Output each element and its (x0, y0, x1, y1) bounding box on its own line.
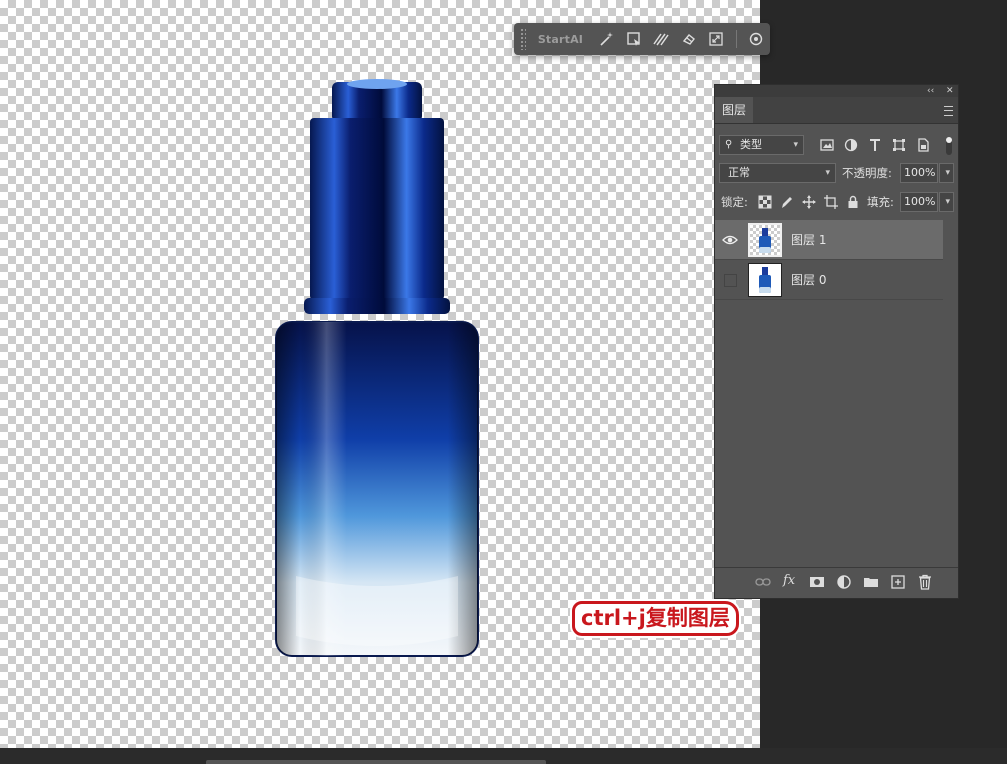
close-panel-icon[interactable]: ✕ (946, 85, 954, 97)
panel-tab-row: 图层 (715, 97, 958, 124)
fill-label: 填充: (867, 195, 894, 209)
filter-row: ⚲ 类型 ▾ (715, 134, 958, 158)
lock-artboard-icon[interactable] (824, 195, 838, 209)
fill-dropdown[interactable]: ▾ (939, 192, 954, 212)
blend-row: 正常 ▾ 不透明度: 100% ▾ (715, 162, 958, 186)
adjustment-layer-filter-icon[interactable] (844, 138, 858, 152)
layers-panel: ‹‹ ✕ 图层 ⚲ 类型 ▾ 正常 ▾ 不透明度: 100% ▾ 锁定: 填充:… (714, 84, 959, 599)
filter-kind-select[interactable]: ⚲ 类型 ▾ (719, 135, 804, 155)
chevron-down-icon: ▾ (793, 140, 798, 150)
filter-kind-label: 类型 (740, 138, 762, 151)
collapse-panel-icon[interactable]: ‹‹ (927, 85, 934, 97)
tutorial-caption: ctrl+j复制图层 (572, 601, 739, 636)
startai-brand[interactable]: StartAI (538, 33, 583, 46)
select-box-icon[interactable] (623, 28, 644, 50)
startai-toolbar: StartAI (514, 23, 770, 55)
opacity-dropdown[interactable]: ▾ (939, 163, 954, 183)
panel-menu-icon[interactable] (944, 106, 953, 116)
add-mask-icon[interactable] (809, 574, 825, 590)
blend-mode-select[interactable]: 正常 ▾ (719, 163, 836, 183)
serum-bottle-image (275, 79, 479, 657)
lock-row: 锁定: 填充: 100% ▾ (715, 191, 958, 215)
blend-mode-value: 正常 (728, 166, 750, 179)
document-tab-stub[interactable] (206, 760, 546, 764)
layer-row-0[interactable]: 图层 0 (715, 260, 943, 300)
fill-input[interactable]: 100% (900, 192, 938, 212)
adjustment-layer-icon[interactable] (836, 574, 852, 590)
lock-position-icon[interactable] (802, 195, 816, 209)
link-layers-icon[interactable] (755, 574, 771, 590)
new-layer-icon[interactable] (890, 574, 906, 590)
layers-scrollbar[interactable] (943, 220, 958, 565)
opacity-input[interactable]: 100% (900, 163, 938, 183)
drag-handle-icon[interactable] (520, 28, 526, 50)
chevron-down-icon: ▾ (945, 197, 950, 207)
layer-row-1[interactable]: 图层 1 (715, 220, 943, 260)
hatch-pattern-icon[interactable] (651, 28, 672, 50)
layer-thumbnail (748, 223, 782, 257)
lock-transparency-icon[interactable] (758, 195, 772, 209)
lock-all-icon[interactable] (846, 195, 860, 209)
pixel-layer-filter-icon[interactable] (820, 138, 834, 152)
status-bar (0, 748, 1007, 764)
visibility-toggle-empty[interactable] (724, 274, 737, 287)
panel-title-strip[interactable]: ‹‹ ✕ (715, 85, 958, 97)
smart-object-filter-icon[interactable] (916, 138, 930, 152)
settings-icon[interactable] (746, 28, 767, 50)
layer-thumbnail (748, 263, 782, 297)
layer-name[interactable]: 图层 1 (791, 231, 826, 248)
magic-wand-icon[interactable] (596, 28, 617, 50)
lock-image-pixels-icon[interactable] (780, 195, 794, 209)
shape-layer-filter-icon[interactable] (892, 138, 906, 152)
eraser-icon[interactable] (678, 28, 699, 50)
chevron-down-icon: ▾ (945, 168, 950, 178)
eye-icon[interactable] (722, 233, 738, 247)
filter-toggle-switch[interactable] (946, 137, 952, 155)
tab-layers[interactable]: 图层 (715, 97, 753, 123)
toolbar-separator (735, 30, 737, 48)
fx-icon[interactable]: fx (783, 573, 795, 588)
expand-icon[interactable] (705, 28, 726, 50)
delete-layer-icon[interactable] (917, 574, 933, 590)
layers-panel-footer: fx (715, 567, 958, 598)
lock-label: 锁定: (721, 195, 748, 209)
type-layer-filter-icon[interactable] (868, 138, 882, 152)
opacity-label: 不透明度: (842, 166, 892, 180)
chevron-down-icon: ▾ (825, 168, 830, 178)
layer-name[interactable]: 图层 0 (791, 271, 826, 288)
new-group-icon[interactable] (863, 574, 879, 590)
search-icon: ⚲ (725, 139, 733, 150)
